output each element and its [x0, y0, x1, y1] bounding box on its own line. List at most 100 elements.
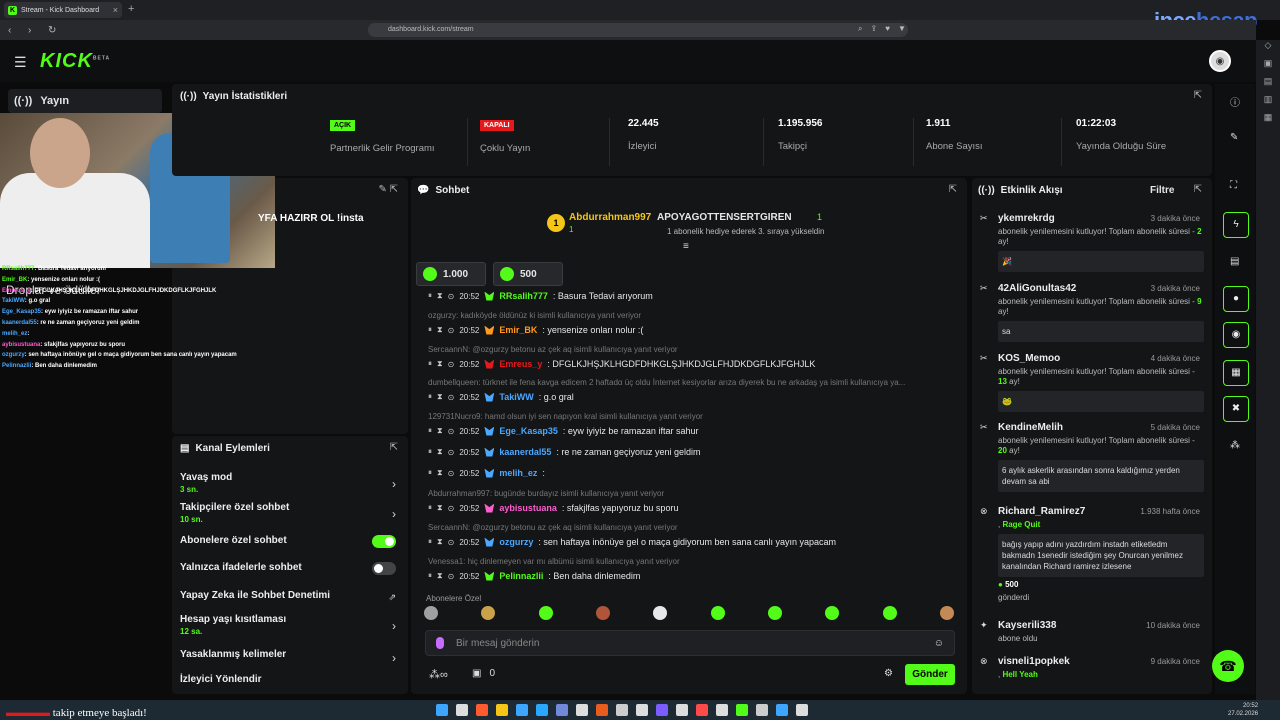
taskbar-app-icon[interactable] [476, 704, 488, 716]
chat-message[interactable]: Venessa1: hiç dinlemeyen var mı albümü i… [428, 557, 958, 581]
timer-icon[interactable]: ⊙ [448, 292, 455, 301]
chat-message[interactable]: ⏸ ⧗ ⊙ 20:52 kaanerdal55: re ne zaman geçiyor… [428, 447, 958, 457]
ai-moderation-row[interactable]: Yapay Zeka ile Sohbet Denetimi ⇗ [180, 590, 400, 602]
emoji-icon[interactable]: ☺ [934, 638, 944, 649]
url-field[interactable]: dashboard.kick.com/stream [368, 23, 908, 37]
timer-icon[interactable]: ⊙ [448, 393, 455, 402]
pin-icon[interactable]: ⏸ [428, 503, 432, 513]
tools-button[interactable]: ✖ [1223, 396, 1249, 422]
emote-icon[interactable] [538, 606, 553, 620]
message-user[interactable]: RRsalih777 [499, 291, 548, 301]
chat-message[interactable]: SercaannN: @ozgurzy betonu az çek aq isi… [428, 523, 958, 547]
emote-icon[interactable] [825, 606, 840, 620]
pin-icon[interactable]: ⏸ [428, 392, 432, 402]
expand-icon[interactable]: ⇱ [949, 184, 957, 195]
pin-icon[interactable]: ⏸ [428, 359, 432, 369]
taskbar-app-icon[interactable] [736, 704, 748, 716]
event-item[interactable]: ✦ Kayserili338 10 dakika önce abone oldu [980, 620, 1204, 644]
extension-icon[interactable]: ♥ [885, 24, 890, 34]
message-user[interactable]: ozgurzy [499, 537, 533, 547]
emote-icon[interactable] [481, 606, 496, 620]
infinity-icon[interactable]: ⁂∞ [429, 668, 448, 681]
emote-icon[interactable] [595, 606, 610, 620]
taskbar-app-icon[interactable] [436, 704, 448, 716]
taskbar-app-icon[interactable] [556, 704, 568, 716]
chat-message[interactable]: SercaannN: @ozgurzy betonu az çek aq isi… [428, 345, 958, 369]
send-button[interactable]: Gönder [905, 664, 955, 685]
sidebar-icon-5[interactable]: ▦ [1256, 112, 1280, 130]
new-tab-icon[interactable]: + [128, 3, 134, 15]
event-item[interactable]: ✂ KendineMelih 5 dakika önce abonelik yenil… [980, 422, 1204, 492]
taskbar-app-icon[interactable] [576, 704, 588, 716]
kick-logo[interactable]: KICKBETA [40, 50, 110, 73]
timer-icon[interactable]: ⊙ [448, 427, 455, 436]
chat-button[interactable]: ● [1223, 286, 1249, 312]
chat-message[interactable]: 129731Nucro9: hamd olsun iyi sen napıyon… [428, 412, 958, 436]
gift-counter[interactable]: ▣ 0 [472, 668, 495, 679]
sidebar-icon-4[interactable]: ▥ [1256, 94, 1280, 112]
expand-icon[interactable]: ⇱ [1194, 90, 1202, 101]
event-item[interactable]: ⊗ Richard_Ramirez7 1.938 hafta önce, Rage … [980, 506, 1204, 603]
timer-icon[interactable]: ⊙ [448, 360, 455, 369]
subs-only-toggle[interactable] [372, 535, 396, 548]
taskbar-app-icon[interactable] [536, 704, 548, 716]
chat-message[interactable]: ⏸ ⧗ ⊙ 20:52 melih_ez: [428, 468, 958, 478]
broadcast-button[interactable]: ◉ [1223, 322, 1249, 348]
filter-button[interactable]: Filtre [1150, 185, 1174, 196]
back-icon[interactable]: ‹ [8, 25, 20, 36]
emote-icon[interactable] [710, 606, 725, 620]
event-item[interactable]: ✂ 42AliGonultas42 3 dakika önce abonelik ye… [980, 283, 1204, 342]
pin-icon[interactable]: ⏸ [428, 468, 432, 478]
taskbar-app-icon[interactable] [456, 704, 468, 716]
timer-icon[interactable]: ⊙ [448, 469, 455, 478]
pin-icon[interactable]: ⏸ [428, 447, 432, 457]
banned-words-row[interactable]: Yasaklanmış kelimeler › [180, 649, 400, 665]
timeout-icon[interactable]: ⧗ [437, 537, 443, 547]
taskbar-app-icon[interactable] [696, 704, 708, 716]
message-user[interactable]: aybisustuana [499, 503, 557, 513]
sidebar-icon-1[interactable]: ◇ [1256, 40, 1280, 58]
close-tab-icon[interactable]: × [113, 5, 118, 15]
info-icon[interactable]: ⓘ [1230, 94, 1240, 109]
message-user[interactable]: Pelinnazlii [499, 571, 543, 581]
emote-icon[interactable] [653, 606, 668, 620]
support-button[interactable]: ☎ [1212, 650, 1244, 682]
taskbar-app-icon[interactable] [636, 704, 648, 716]
timer-icon[interactable]: ⊙ [448, 538, 455, 547]
pin-icon[interactable]: ⏸ [428, 426, 432, 436]
taskbar-app-icon[interactable] [656, 704, 668, 716]
expand-icon[interactable]: ✎ ⇱ [378, 184, 398, 195]
edit-icon[interactable]: ✎ [1230, 132, 1238, 143]
sidebar-item-stream[interactable]: ((·)) Yayın [8, 89, 162, 113]
gift-leader-2[interactable]: 500 [493, 262, 563, 286]
user-avatar[interactable]: ◉ [1209, 50, 1231, 72]
share-nodes-icon[interactable]: ⁂ [1230, 440, 1240, 451]
pin-icon[interactable]: ⏸ [428, 571, 432, 581]
event-item[interactable]: ✂ ykemrekrdg 3 dakika önce abonelik yenilem… [980, 213, 1204, 272]
chat-message[interactable]: ⏸ ⧗ ⊙ 20:52 RRsalih777: Basura Tedavi arıyor… [428, 291, 958, 301]
timer-icon[interactable]: ⊙ [448, 504, 455, 513]
timeout-icon[interactable]: ⧗ [437, 359, 443, 369]
taskbar-app-icon[interactable] [496, 704, 508, 716]
menu-icon[interactable]: ☰ [14, 54, 27, 71]
browser-tab[interactable]: K Stream - Kick Dashboard × [4, 2, 122, 18]
zoom-icon[interactable]: ⌕ [858, 24, 862, 34]
sidebar-icon-3[interactable]: ▤ [1256, 76, 1280, 94]
timeout-icon[interactable]: ⧗ [437, 571, 443, 581]
emote-icon[interactable] [767, 606, 782, 620]
message-user[interactable]: Ege_Kasap35 [499, 426, 558, 436]
timeout-icon[interactable]: ⧗ [437, 447, 443, 457]
emote-icon[interactable] [424, 606, 438, 620]
account-age-row[interactable]: Hesap yaşı kısıtlaması 12 sa. › [180, 614, 400, 636]
timeout-icon[interactable]: ⧗ [437, 392, 443, 402]
taskbar-app-icon[interactable] [676, 704, 688, 716]
pin-icon[interactable]: ⏸ [428, 325, 432, 335]
timeout-icon[interactable]: ⧗ [437, 325, 443, 335]
timeout-icon[interactable]: ⧗ [437, 468, 443, 478]
timer-icon[interactable]: ⊙ [448, 448, 455, 457]
emote-icon[interactable] [939, 606, 954, 620]
reload-icon[interactable]: ↻ [48, 25, 60, 36]
message-user[interactable]: melih_ez [499, 468, 537, 478]
timer-icon[interactable]: ⊙ [448, 326, 455, 335]
taskbar-app-icon[interactable] [596, 704, 608, 716]
